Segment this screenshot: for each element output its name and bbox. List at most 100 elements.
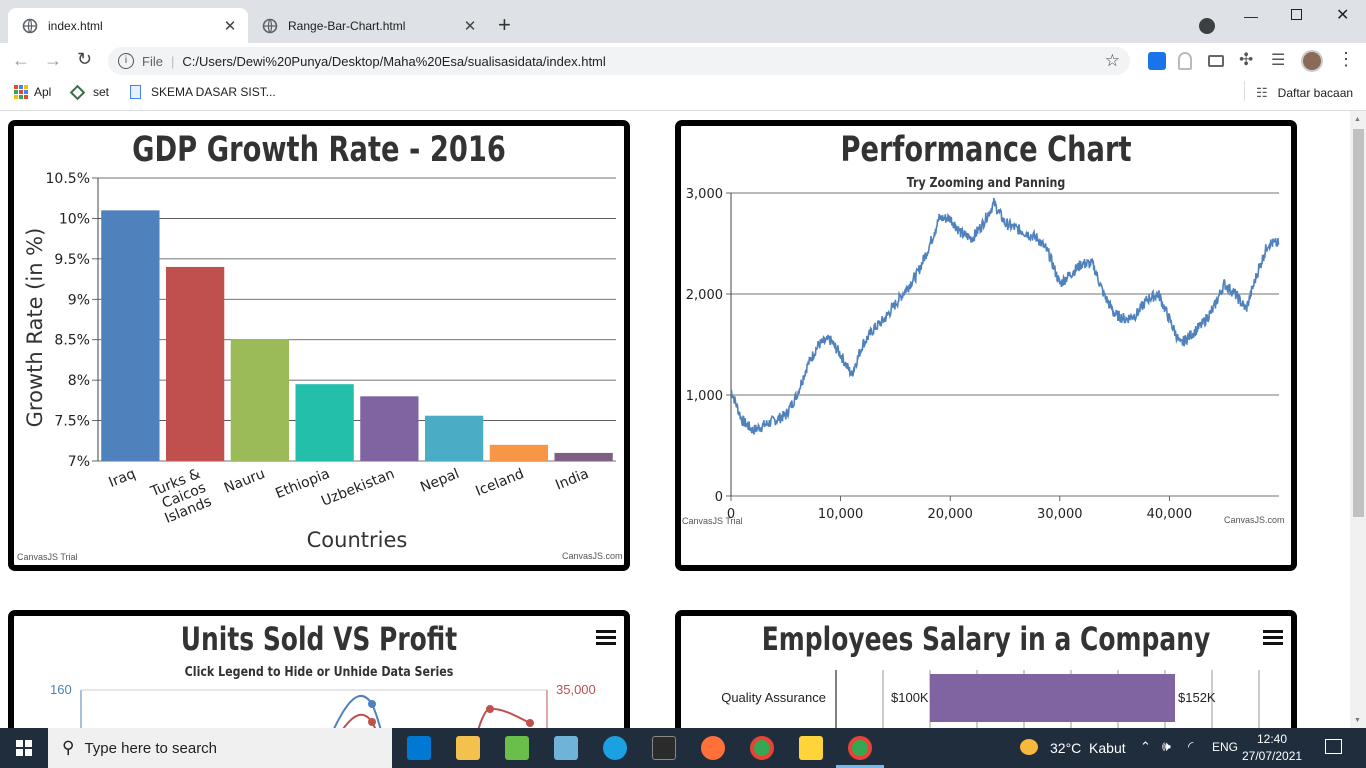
credit-left: CanvasJS Trial — [682, 516, 743, 526]
bar-nepal — [424, 415, 484, 461]
bar-nauru — [230, 339, 290, 461]
extensions-puzzle-icon[interactable]: ✣ — [1239, 50, 1253, 70]
bookmark-star-icon[interactable]: ☆ — [1105, 51, 1120, 71]
search-icon: ⚲ — [62, 738, 75, 757]
notepad-icon[interactable] — [505, 736, 529, 760]
document-icon — [130, 85, 141, 99]
edge-icon[interactable] — [603, 736, 627, 760]
bookmark-label: set — [93, 85, 110, 99]
close-tab-icon[interactable]: ✕ — [462, 17, 478, 35]
dev-icon[interactable] — [652, 736, 676, 760]
scroll-up-arrow: ▲ — [1354, 116, 1361, 123]
bar-iceland — [489, 444, 549, 461]
tab-search-icon[interactable] — [1199, 18, 1215, 34]
info-icon[interactable]: i — [118, 53, 134, 69]
mail-icon[interactable] — [407, 736, 431, 760]
credit-right[interactable]: CanvasJS.com — [562, 551, 623, 561]
x-tick-label: Iraq — [107, 466, 138, 491]
language-indicator[interactable]: ENG — [1212, 740, 1238, 754]
extension-pen-icon[interactable] — [1148, 52, 1166, 70]
new-tab-button[interactable]: + — [498, 14, 511, 36]
minimize-button[interactable]: — — [1244, 8, 1258, 24]
salary-chart-card: Employees Salary in a Company Quality As… — [675, 610, 1297, 728]
bar-iraq — [101, 210, 160, 461]
more-menu-icon[interactable]: ⋮ — [1337, 49, 1355, 70]
units-profit-chart-card: Units Sold VS Profit Click Legend to Hid… — [8, 610, 630, 728]
chrome-active-icon[interactable] — [848, 736, 872, 760]
chrome-icon[interactable] — [750, 736, 774, 760]
forward-button[interactable]: → — [44, 50, 62, 71]
diamond-icon — [69, 84, 86, 100]
tab-range-bar-chart[interactable]: Range-Bar-Chart.html ✕ — [248, 8, 488, 43]
show-hidden-icons[interactable]: ⌃ — [1140, 739, 1151, 755]
performance-chart-card: Performance Chart Try Zooming and Pannin… — [675, 120, 1297, 571]
gdp-chart: 7% 7.5% 8% 8.5% 9% 9.5% 10% 10.5% Iraq Turks &Cai… — [23, 171, 616, 552]
reload-button[interactable]: ↻ — [77, 49, 92, 70]
bookmark-set[interactable]: set — [69, 84, 110, 100]
python-icon[interactable] — [799, 736, 823, 760]
avatar[interactable] — [1301, 50, 1323, 72]
clock-date[interactable]: 27/07/2021 — [1242, 749, 1302, 763]
scroll-down-arrow: ▼ — [1354, 717, 1361, 724]
profit-series-line-2 — [477, 707, 531, 728]
url-scheme: File — [142, 53, 163, 69]
clock-time[interactable]: 12:40 — [1247, 732, 1297, 746]
address-bar[interactable]: i File | C:/Users/Dewi%20Punya/Desktop/M… — [108, 47, 1130, 75]
back-button[interactable]: ← — [12, 50, 30, 71]
bookmark-label: Apl — [34, 85, 52, 99]
reading-list-button[interactable]: ☷ Daftar bacaan — [1256, 85, 1353, 101]
close-tab-icon[interactable]: ✕ — [222, 17, 238, 35]
bookmark-apps[interactable]: Apl — [14, 85, 51, 99]
bar-india — [554, 452, 613, 461]
tab-index[interactable]: index.html ✕ — [8, 8, 248, 43]
range-high-label: $152K — [1178, 690, 1216, 705]
credit-right[interactable]: CanvasJS.com — [1224, 515, 1285, 525]
performance-chart[interactable]: 01,0002,0003,0000 10,000 20,000 30,000 40,00… — [681, 126, 1291, 565]
units-profit-chart — [80, 689, 548, 728]
volume-icon[interactable]: 🕪 — [1162, 738, 1171, 755]
scrollbar-thumb[interactable] — [1353, 129, 1364, 517]
maximize-button[interactable] — [1291, 9, 1302, 20]
category-label: Quality Assurance — [721, 690, 826, 705]
x-tick-label: 40,000 — [1147, 507, 1193, 522]
salary-chart — [835, 670, 1260, 728]
camera-icon[interactable] — [1208, 55, 1224, 67]
reading-list-label: Daftar bacaan — [1277, 86, 1354, 100]
browser-toolbar: ← → ↻ i File | C:/Users/Dewi%20Punya/Des… — [0, 43, 1366, 79]
app-icon[interactable] — [554, 736, 578, 760]
x-tick-label: India — [553, 466, 591, 494]
tab-title: Range-Bar-Chart.html — [288, 18, 406, 33]
y-tick-label: 9.5% — [54, 252, 90, 268]
y-tick-label: 8% — [68, 373, 90, 389]
extension-ghost-icon[interactable] — [1178, 52, 1192, 70]
bar-turks-caicos-islands — [165, 266, 225, 461]
firefox-icon[interactable] — [701, 736, 725, 760]
globe-icon — [262, 18, 278, 33]
vertical-scrollbar[interactable]: ▲ ▼ — [1350, 111, 1366, 728]
taskbar-search[interactable]: ⚲ Type here to search — [48, 728, 392, 768]
performance-series-line — [730, 197, 1280, 435]
y-tick-label: 7% — [68, 454, 90, 470]
tab-title: index.html — [48, 18, 103, 33]
x-axis-title: Countries — [307, 528, 408, 552]
windows-start-icon[interactable] — [16, 740, 32, 756]
bar-uzbekistan — [360, 396, 419, 461]
media-queue-icon[interactable]: ☰ — [1271, 50, 1285, 70]
weather-icon[interactable] — [1020, 739, 1038, 755]
close-window-button[interactable]: ✕ — [1336, 5, 1349, 25]
y-tick-label: 10% — [59, 211, 90, 227]
file-explorer-icon[interactable] — [456, 736, 480, 760]
reading-list-icon: ☷ — [1256, 85, 1268, 100]
wifi-icon[interactable]: ◜ — [1188, 738, 1193, 755]
bookmarks-bar: Apl set SKEMA DASAR SIST... ☷ Daftar bac… — [0, 79, 1366, 107]
range-low-label: $100K — [891, 690, 929, 705]
y-tick-label: 8.5% — [54, 333, 90, 349]
profit-point — [526, 719, 534, 727]
y-axis-title: Growth Rate (in %) — [23, 228, 47, 428]
weather-text[interactable]: 32°C Kabut — [1050, 740, 1126, 756]
tab-strip: index.html ✕ Range-Bar-Chart.html ✕ + — … — [0, 0, 1366, 43]
x-tick-label: Turks &CaicosIslands — [148, 466, 214, 528]
taskbar: ⚲ Type here to search 32°C Kabut ⌃ 🕪 ◜ E… — [0, 728, 1366, 768]
notification-icon[interactable] — [1325, 739, 1342, 754]
bookmark-skema[interactable]: SKEMA DASAR SIST... — [130, 85, 276, 99]
